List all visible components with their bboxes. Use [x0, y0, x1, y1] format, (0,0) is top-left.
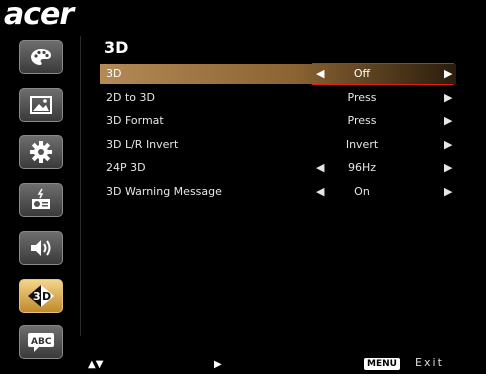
svg-text:3: 3	[33, 290, 41, 303]
footer-exit: MENU Exit	[364, 351, 444, 370]
osd-window: acer 3 D ABC 3D 3D ◀ Off ▶ 2D to 3D Pres…	[0, 0, 486, 374]
menu-row-label: 24P 3D	[106, 161, 146, 174]
left-arrow-icon[interactable]: ◀	[316, 185, 324, 198]
3d-icon: 3 D	[28, 285, 54, 307]
image-icon	[30, 96, 52, 114]
footer-enter: ▶ Enter	[214, 352, 290, 371]
menu-row-value: On	[354, 185, 370, 198]
footer-exit-label: Exit	[415, 356, 444, 369]
sidebar-item-setting[interactable]	[19, 135, 63, 169]
sidebar-item-image[interactable]	[19, 88, 63, 122]
right-arrow-icon: ▶	[214, 359, 222, 370]
up-down-arrow-icon: ▲▼	[88, 359, 104, 370]
abc-icon: ABC	[28, 333, 54, 352]
sidebar-item-3d[interactable]: 3 D	[19, 279, 63, 313]
menu-row-value: Press	[347, 114, 377, 127]
right-arrow-icon[interactable]: ▶	[444, 185, 452, 198]
sidebar-item-color[interactable]	[19, 40, 63, 74]
sidebar-item-management[interactable]	[19, 183, 63, 217]
left-arrow-icon[interactable]: ◀	[316, 67, 324, 80]
menu-row-value: Invert	[345, 138, 379, 151]
svg-text:ABC: ABC	[31, 337, 52, 347]
footer-select: ▲▼ Select	[88, 352, 180, 371]
menu-row-label: 3D	[106, 67, 122, 80]
menu-row[interactable]: 3D Warning Message ◀ On ▶	[100, 182, 456, 202]
menu-row[interactable]: 3D L/R Invert Invert ▶	[100, 135, 456, 155]
menu-row[interactable]: 3D Format Press ▶	[100, 111, 456, 131]
sidebar-item-audio[interactable]	[19, 231, 63, 265]
menu-badge: MENU	[364, 358, 400, 370]
menu-row-label: 3D L/R Invert	[106, 138, 179, 151]
right-arrow-icon[interactable]: ▶	[444, 67, 452, 80]
menu-row-value: 96Hz	[347, 161, 377, 174]
menu-row-label: 3D Warning Message	[106, 185, 222, 198]
right-arrow-icon[interactable]: ▶	[444, 138, 452, 151]
right-arrow-icon[interactable]: ▶	[444, 161, 452, 174]
left-arrow-icon[interactable]: ◀	[316, 161, 324, 174]
palette-icon	[31, 49, 51, 65]
footer-enter-label: Enter	[236, 352, 290, 371]
right-arrow-icon[interactable]: ▶	[444, 114, 452, 127]
menu-row-value: Press	[347, 91, 377, 104]
menu-row[interactable]: 2D to 3D Press ▶	[100, 88, 456, 108]
page-title: 3D	[104, 38, 129, 57]
sidebar: 3 D ABC	[8, 34, 76, 374]
svg-text:D: D	[42, 290, 51, 303]
footer-select-label: Select	[118, 352, 180, 371]
divider	[80, 36, 81, 336]
menu-row-label: 2D to 3D	[106, 91, 155, 104]
right-arrow-icon[interactable]: ▶	[444, 91, 452, 104]
brand-logo: acer	[4, 0, 74, 32]
menu-row-value: Off	[353, 67, 371, 80]
menu-row[interactable]: 3D ◀ Off ▶	[100, 64, 456, 84]
menu-row-label: 3D Format	[106, 114, 164, 127]
gear-icon	[30, 141, 52, 163]
menu-row[interactable]: 24P 3D ◀ 96Hz ▶	[100, 158, 456, 178]
speaker-icon	[31, 240, 51, 256]
projector-icon	[32, 188, 50, 209]
sidebar-item-language[interactable]: ABC	[19, 325, 63, 359]
